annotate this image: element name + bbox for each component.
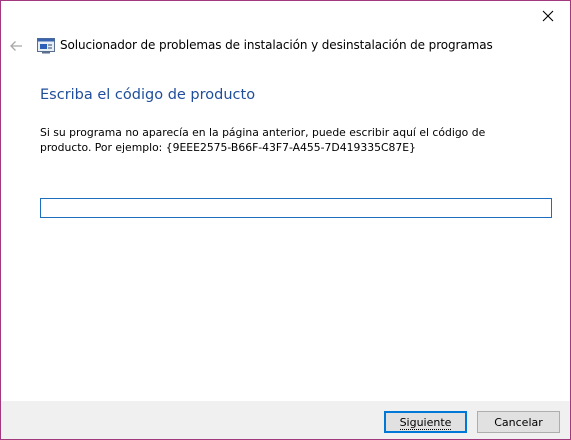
close-button[interactable] [528,3,568,29]
troubleshooter-app-icon [37,38,55,54]
page-title: Escriba el código de producto [40,87,256,103]
product-code-input[interactable] [40,198,552,218]
footer-bar: Siguiente Cancelar [1,401,570,439]
back-button[interactable] [3,34,29,58]
close-icon [542,10,554,22]
next-button[interactable]: Siguiente [384,411,467,433]
instructions-text: Si su programa no aparecía en la página … [40,126,486,154]
back-arrow-icon [10,41,22,51]
next-button-label: Siguiente [399,415,452,430]
troubleshooter-window: Solucionador de problemas de instalación… [0,0,571,440]
cancel-button[interactable]: Cancelar [477,411,560,433]
window-title: Solucionador de problemas de instalación… [60,38,493,52]
